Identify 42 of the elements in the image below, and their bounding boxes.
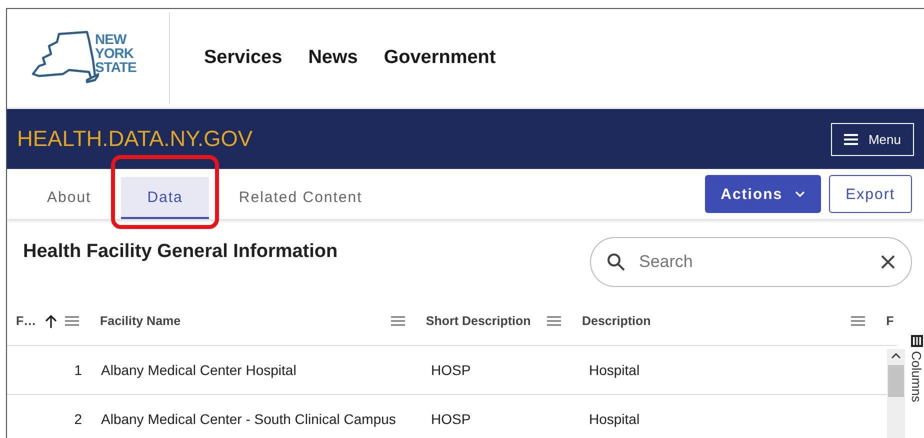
menu-button[interactable]: Menu [831, 122, 914, 156]
table-cell: Hospital [589, 411, 640, 427]
logo-text: STATE [95, 60, 136, 74]
tab[interactable]: Related Content [226, 177, 374, 219]
scroll-thumb[interactable] [888, 365, 904, 397]
nav-link[interactable]: Government [384, 47, 496, 69]
site-title[interactable]: HEALTH.DATA.NY.GOV [17, 126, 253, 152]
table-cell: Albany Medical Center - South Clinical Campus [101, 411, 396, 427]
logo-text: YORK [95, 46, 135, 60]
nav-link[interactable]: Services [204, 47, 282, 69]
scroll-up-icon[interactable] [891, 353, 901, 359]
search-icon [607, 253, 625, 271]
table-cell: HOSP [431, 362, 471, 378]
table-cell: 2 [74, 411, 82, 427]
dataset-title: Health Facility General Information [23, 241, 338, 263]
columns-icon[interactable] [910, 335, 922, 347]
sort-up-arrow-icon[interactable] [44, 314, 57, 328]
export-button[interactable]: Export [828, 175, 912, 213]
scrollbar[interactable] [887, 349, 905, 438]
table-cell: Hospital [589, 362, 640, 378]
nav-link[interactable]: News [308, 47, 358, 69]
table-cell: 1 [74, 362, 82, 378]
side-panel-tab[interactable]: Columns [909, 351, 924, 402]
search-field[interactable]: Search [590, 237, 912, 287]
table-cell: HOSP [431, 411, 471, 427]
tab[interactable]: Data [121, 177, 209, 219]
column-menu-icon[interactable] [65, 316, 80, 326]
column-menu-icon[interactable] [546, 316, 561, 326]
chevron-down-icon [794, 191, 805, 197]
actions-button[interactable]: Actions [704, 175, 821, 213]
column-menu-icon[interactable] [851, 316, 866, 326]
table-cell: Albany Medical Center Hospital [101, 362, 296, 378]
menu-icon [844, 134, 858, 144]
column-header[interactable]: Facility Name [100, 314, 181, 328]
column-header[interactable]: F… [16, 314, 36, 328]
column-header[interactable]: Description [582, 314, 651, 328]
column-header[interactable]: F [886, 314, 894, 328]
column-menu-icon[interactable] [390, 316, 405, 326]
logo-text: NEW [95, 32, 128, 46]
close-icon[interactable] [881, 255, 895, 269]
column-header[interactable]: Short Description [426, 314, 531, 328]
tab[interactable]: About [35, 177, 104, 219]
